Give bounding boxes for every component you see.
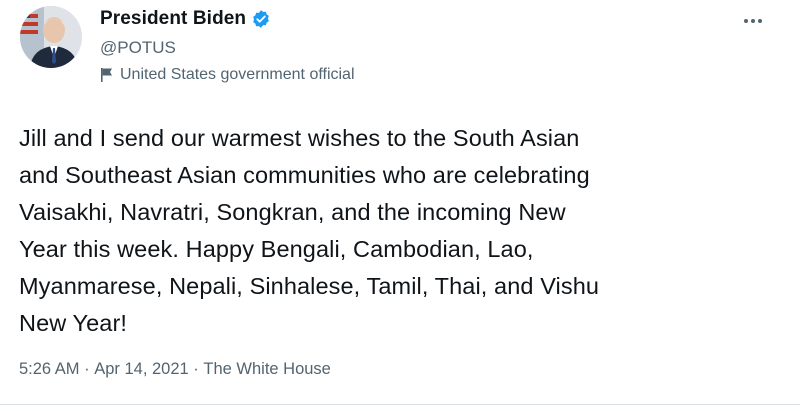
tweet-source[interactable]: The White House bbox=[203, 360, 330, 379]
tweet-text: Jill and I send our warmest wishes to th… bbox=[19, 125, 600, 336]
tweet-card: President Biden @POTUS United States gov… bbox=[0, 0, 800, 411]
author-display-name-row[interactable]: President Biden bbox=[100, 8, 271, 30]
verified-badge-icon bbox=[251, 9, 271, 29]
avatar-image bbox=[20, 6, 82, 68]
meta-separator: · bbox=[188, 360, 204, 378]
divider bbox=[0, 404, 800, 405]
meta-separator: · bbox=[79, 360, 95, 378]
government-label: United States government official bbox=[100, 66, 355, 84]
tweet-metadata: 5:26 AM · Apr 14, 2021 · The White House bbox=[19, 360, 331, 379]
author-handle[interactable]: @POTUS bbox=[100, 38, 176, 58]
avatar[interactable] bbox=[20, 6, 82, 68]
author-display-name[interactable]: President Biden bbox=[100, 8, 246, 30]
tweet-date[interactable]: Apr 14, 2021 bbox=[94, 360, 189, 379]
more-options-icon[interactable] bbox=[738, 6, 768, 36]
government-label-text: United States government official bbox=[120, 66, 355, 83]
government-flag-icon bbox=[100, 67, 114, 83]
tweet-time[interactable]: 5:26 AM bbox=[19, 360, 80, 379]
